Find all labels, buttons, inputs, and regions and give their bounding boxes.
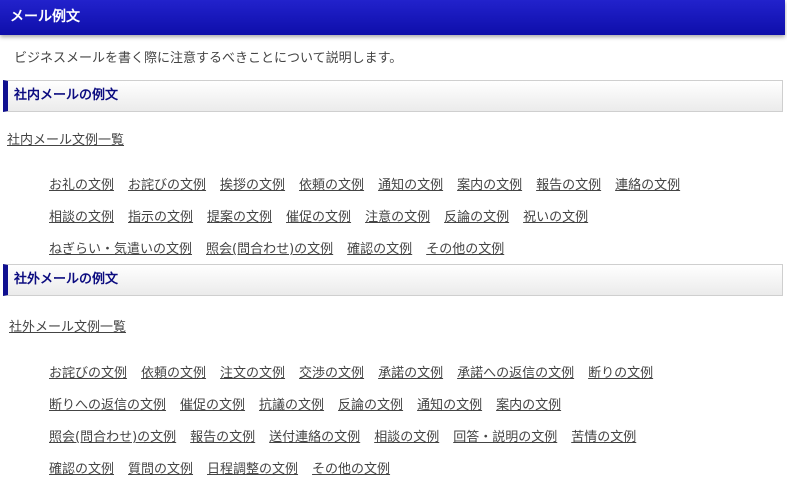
external-link-row: お詫びの文例 依頼の文例 注文の文例 交渉の文例 承諾の文例 承諾への返信の文例 断りの文例 [49, 362, 667, 381]
internal-example-link[interactable]: 催促の文例 [286, 210, 351, 225]
external-example-link[interactable]: 確認の文例 [49, 462, 114, 477]
internal-example-link[interactable]: 連絡の文例 [615, 178, 680, 193]
external-example-link[interactable]: 回答・説明の文例 [453, 430, 557, 445]
external-example-link[interactable]: 案内の文例 [496, 398, 561, 413]
internal-example-link[interactable]: お詫びの文例 [128, 178, 206, 193]
internal-example-link[interactable]: お礼の文例 [49, 178, 114, 193]
intro-text: ビジネスメールを書く際に注意するべきことについて説明します。 [14, 51, 403, 66]
internal-example-link[interactable]: 指示の文例 [128, 210, 193, 225]
internal-example-link[interactable]: 反論の文例 [444, 210, 509, 225]
external-example-link[interactable]: お詫びの文例 [49, 366, 127, 381]
internal-example-link[interactable]: 挨拶の文例 [220, 178, 285, 193]
external-example-link[interactable]: 送付連絡の文例 [269, 430, 360, 445]
external-section-header: 社外メールの例文 [3, 264, 783, 296]
internal-example-link[interactable]: 照会(問合わせ)の文例 [206, 242, 333, 257]
internal-example-link[interactable]: 確認の文例 [347, 242, 412, 257]
external-link-row: 照会(問合わせ)の文例 報告の文例 送付連絡の文例 相談の文例 回答・説明の文例 苦情の文… [49, 426, 650, 445]
internal-example-link[interactable]: 注意の文例 [365, 210, 430, 225]
external-example-link[interactable]: 反論の文例 [338, 398, 403, 413]
external-link-row: 確認の文例 質問の文例 日程調整の文例 その他の文例 [49, 458, 404, 477]
internal-example-link[interactable]: 祝いの文例 [523, 210, 588, 225]
internal-link-row: 相談の文例 指示の文例 提案の文例 催促の文例 注意の文例 反論の文例 祝いの文例 [49, 206, 602, 225]
page-title: メール例文 [10, 9, 80, 25]
page-header: メール例文 [0, 0, 785, 35]
external-example-link[interactable]: 質問の文例 [128, 462, 193, 477]
external-example-link[interactable]: 通知の文例 [417, 398, 482, 413]
internal-link-row: ねぎらい・気遣いの文例 照会(問合わせ)の文例 確認の文例 その他の文例 [49, 238, 518, 257]
internal-section-header: 社内メールの例文 [3, 80, 783, 112]
internal-example-link[interactable]: ねぎらい・気遣いの文例 [49, 242, 192, 257]
internal-example-link[interactable]: 相談の文例 [49, 210, 114, 225]
external-overview-link[interactable]: 社外メール文例一覧 [9, 316, 126, 335]
internal-example-link[interactable]: 報告の文例 [536, 178, 601, 193]
external-example-link[interactable]: 日程調整の文例 [207, 462, 298, 477]
external-example-link[interactable]: 苦情の文例 [571, 430, 636, 445]
internal-overview-link[interactable]: 社内メール文例一覧 [7, 129, 124, 148]
external-example-link[interactable]: 相談の文例 [374, 430, 439, 445]
internal-example-link[interactable]: その他の文例 [426, 242, 504, 257]
external-example-link[interactable]: 抗議の文例 [259, 398, 324, 413]
external-section-title: 社外メールの例文 [14, 272, 119, 287]
internal-example-link[interactable]: 依頼の文例 [299, 178, 364, 193]
external-example-link[interactable]: 断りへの返信の文例 [49, 398, 166, 413]
internal-example-link[interactable]: 案内の文例 [457, 178, 522, 193]
external-example-link[interactable]: 承諾の文例 [378, 366, 443, 381]
internal-example-link[interactable]: 提案の文例 [207, 210, 272, 225]
external-example-link[interactable]: 交渉の文例 [299, 366, 364, 381]
internal-example-link[interactable]: 通知の文例 [378, 178, 443, 193]
internal-link-row: お礼の文例 お詫びの文例 挨拶の文例 依頼の文例 通知の文例 案内の文例 報告の文例 連絡の文… [49, 174, 694, 193]
external-example-link[interactable]: その他の文例 [312, 462, 390, 477]
external-example-link[interactable]: 依頼の文例 [141, 366, 206, 381]
external-example-link[interactable]: 承諾への返信の文例 [457, 366, 574, 381]
external-example-link[interactable]: 報告の文例 [190, 430, 255, 445]
external-example-link[interactable]: 照会(問合わせ)の文例 [49, 430, 176, 445]
external-example-link[interactable]: 注文の文例 [220, 366, 285, 381]
external-example-link[interactable]: 断りの文例 [588, 366, 653, 381]
external-link-row: 断りへの返信の文例 催促の文例 抗議の文例 反論の文例 通知の文例 案内の文例 [49, 394, 575, 413]
external-example-link[interactable]: 催促の文例 [180, 398, 245, 413]
internal-section-title: 社内メールの例文 [14, 88, 119, 103]
